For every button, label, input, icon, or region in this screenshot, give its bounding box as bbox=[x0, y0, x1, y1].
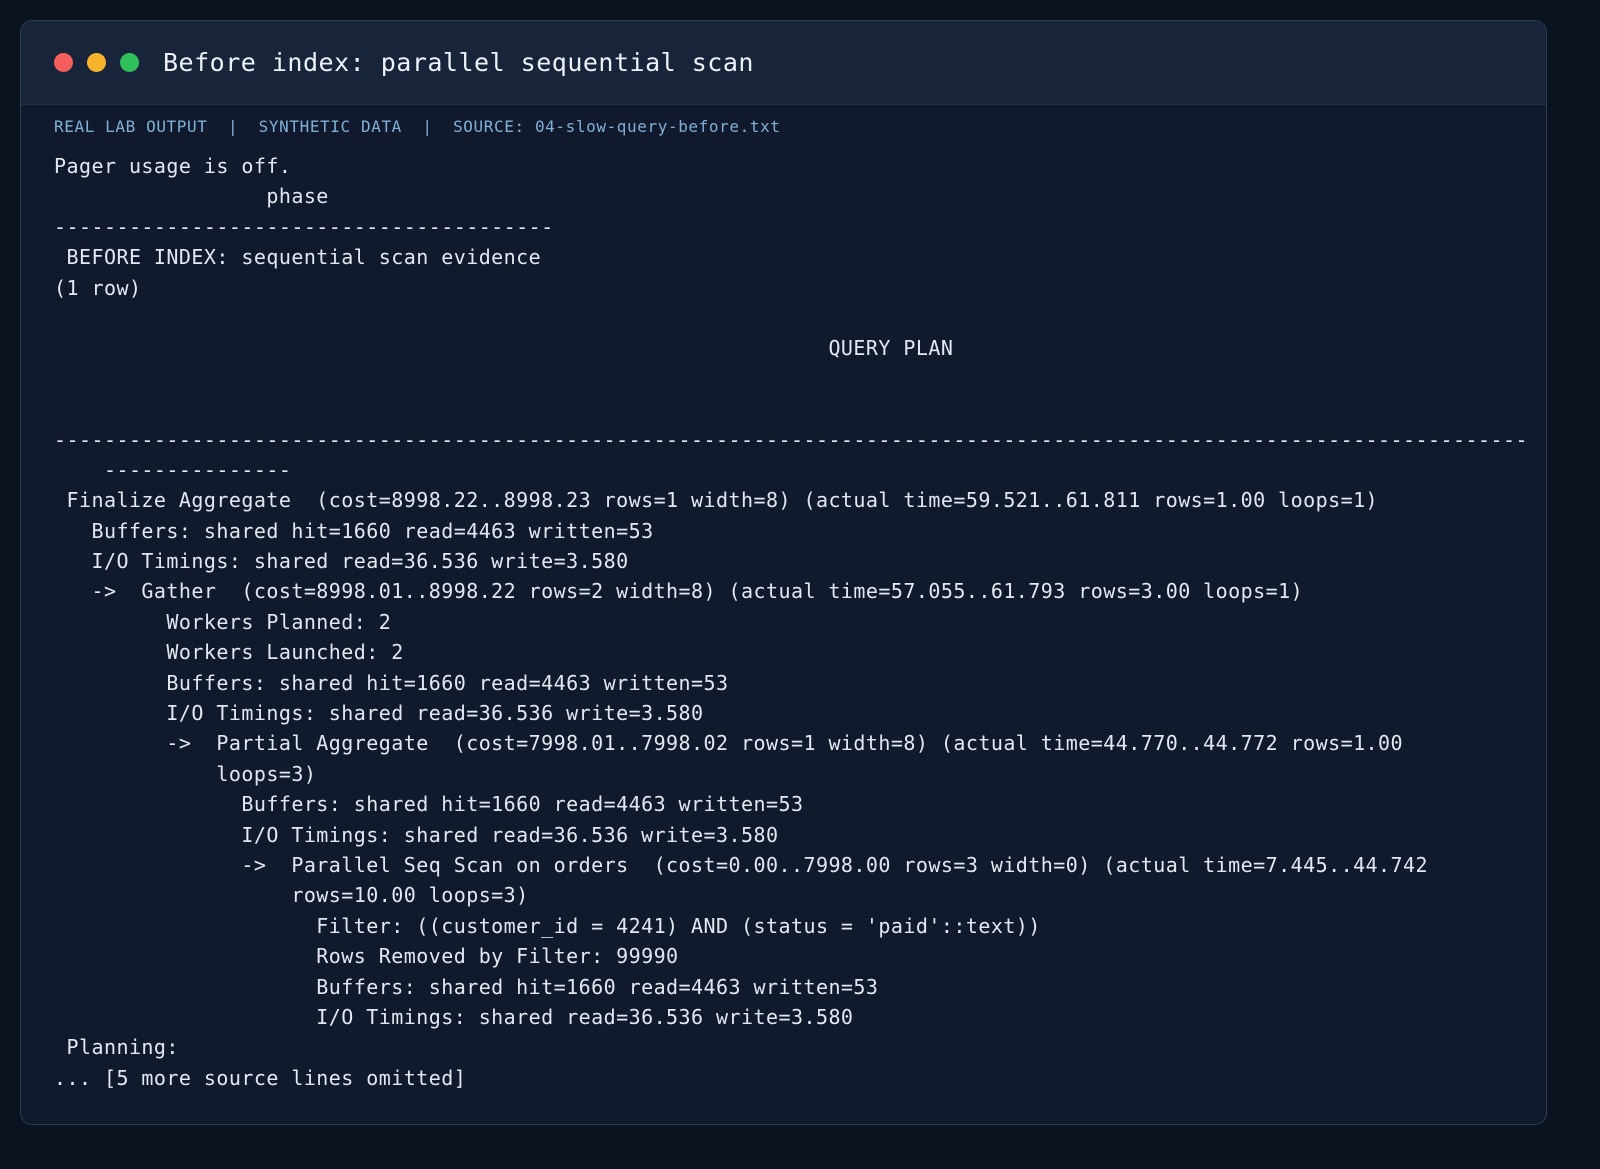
output-line: Rows Removed by Filter: 99990 bbox=[54, 944, 679, 969]
output-line: Pager usage is off. bbox=[54, 154, 292, 178]
output-line: Filter: ((customer_id = 4241) AND (statu… bbox=[54, 913, 1041, 938]
source-meta-label: REAL LAB OUTPUT | SYNTHETIC DATA | SOURC… bbox=[54, 117, 781, 136]
output-line: (1 row) bbox=[54, 275, 142, 300]
output-line: ----------------------------------------… bbox=[54, 427, 1528, 452]
output-line: I/O Timings: shared read=36.536 write=3.… bbox=[54, 1004, 854, 1029]
output-line: I/O Timings: shared read=36.536 write=3.… bbox=[54, 701, 704, 726]
output-line: I/O Timings: shared read=36.536 write=3.… bbox=[54, 822, 779, 847]
output-line: --------------- bbox=[54, 457, 292, 482]
output-line: Workers Launched: 2 bbox=[54, 640, 404, 665]
output-line: Workers Planned: 2 bbox=[54, 609, 392, 634]
output-line: Buffers: shared hit=1660 read=4463 writt… bbox=[54, 974, 879, 999]
window-title: Before index: parallel sequential scan bbox=[163, 48, 754, 77]
output-line: Finalize Aggregate (cost=8998.22..8998.2… bbox=[54, 488, 1379, 513]
output-line: -> Gather (cost=8998.01..8998.22 rows=2 … bbox=[54, 579, 1304, 604]
output-line: -> Partial Aggregate (cost=7998.01..7998… bbox=[54, 731, 1404, 756]
output-line: I/O Timings: shared read=36.536 write=3.… bbox=[54, 549, 629, 574]
output-line: ... [5 more source lines omitted] bbox=[54, 1065, 467, 1090]
output-line: Buffers: shared hit=1660 read=4463 writt… bbox=[54, 518, 654, 543]
output-line: BEFORE INDEX: sequential scan evidence bbox=[54, 245, 542, 270]
minimize-window-button[interactable] bbox=[87, 53, 106, 72]
output-line: phase bbox=[54, 184, 329, 209]
query-plan-output: Pager usage is off. phase ---------------… bbox=[54, 151, 1528, 1093]
output-line: rows=10.00 loops=3) bbox=[54, 883, 529, 908]
output-line: loops=3) bbox=[54, 761, 317, 786]
output-line: Buffers: shared hit=1660 read=4463 writt… bbox=[54, 670, 729, 695]
maximize-window-button[interactable] bbox=[120, 53, 139, 72]
output-line: QUERY PLAN bbox=[54, 336, 954, 361]
output-line: Buffers: shared hit=1660 read=4463 writt… bbox=[54, 792, 804, 817]
close-window-button[interactable] bbox=[54, 53, 73, 72]
output-line: -> Parallel Seq Scan on orders (cost=0.0… bbox=[54, 852, 1429, 877]
output-line: ---------------------------------------- bbox=[54, 214, 554, 239]
title-bar: Before index: parallel sequential scan bbox=[21, 21, 1546, 105]
terminal-window: Before index: parallel sequential scan R… bbox=[20, 20, 1547, 1125]
output-line: Planning: bbox=[54, 1035, 179, 1060]
